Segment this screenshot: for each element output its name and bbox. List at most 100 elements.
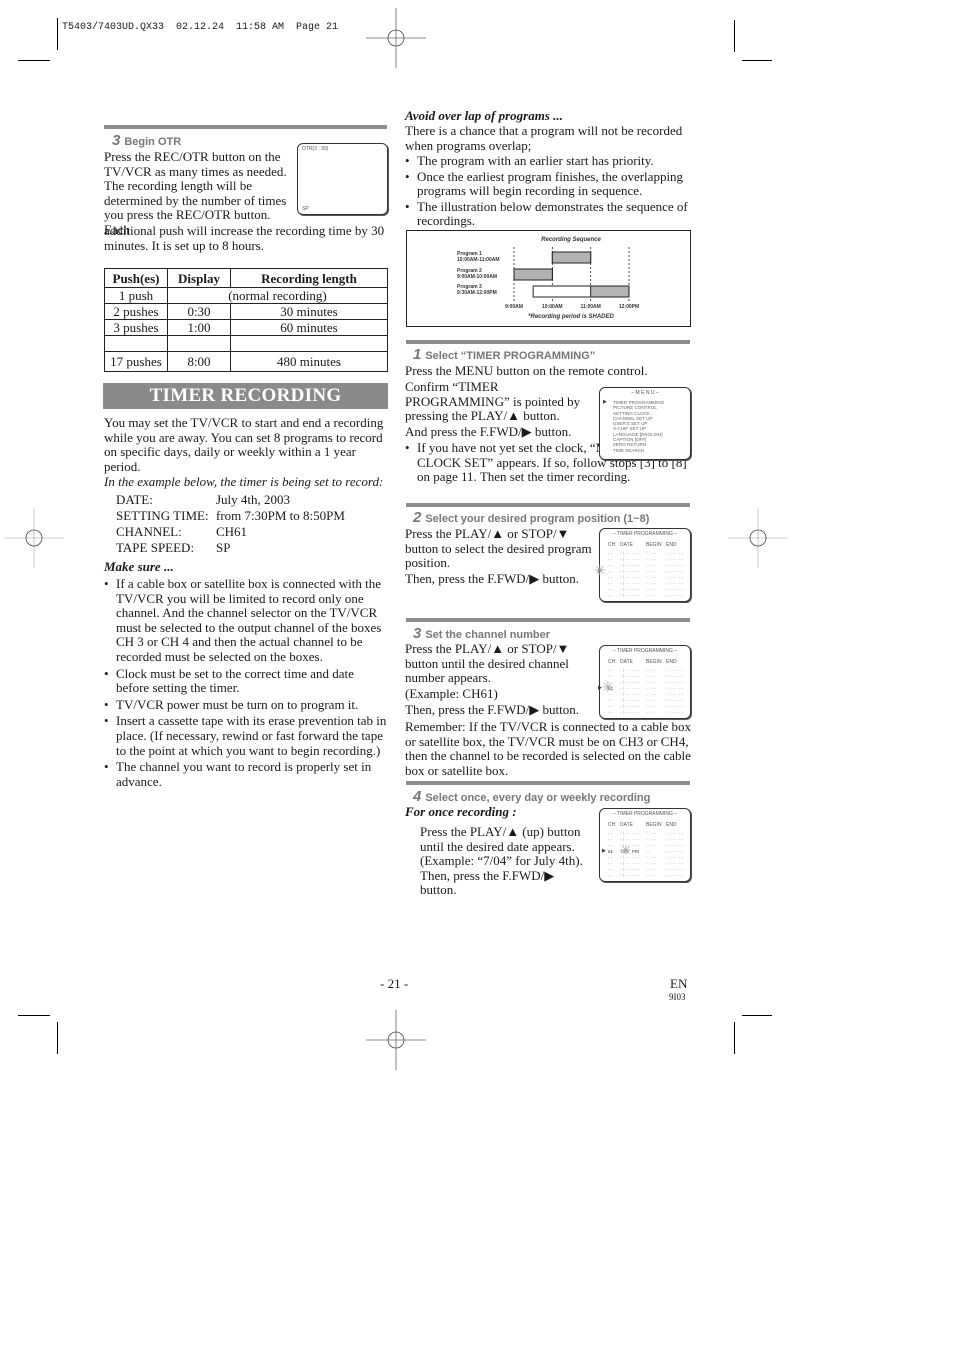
timer-screen-cell: - -: [608, 861, 613, 866]
timer-screen-cell: - / - -: [620, 557, 630, 562]
timer-screen-cell: - -: [646, 849, 651, 854]
timer-screen-cell: - -: [679, 575, 684, 580]
timer-screen-cell: - / - -: [620, 861, 630, 866]
overlap-heading: Avoid over lap of programs ...: [405, 108, 563, 123]
example-key: TAPE SPEED:: [116, 540, 195, 555]
list-item: TV/VCR power must be turn on to program …: [104, 697, 389, 713]
table-cell: 8:00: [167, 351, 231, 372]
timer-screen-cell: - - -: [632, 557, 639, 562]
overlap-intro: There is a chance that a program will no…: [405, 123, 683, 153]
timer-screen-cell: - - -: [632, 831, 639, 836]
table-row: 2 pushes 0:30 30 minutes: [104, 303, 388, 320]
step3-example: (Example: CH61): [405, 686, 498, 701]
example-key: CHANNEL:: [116, 524, 182, 539]
timer-screen-cell: - / - -: [620, 680, 630, 685]
timer-screen-cell: - : - -: [646, 575, 656, 580]
timer-screen-cell: - : - -: [666, 698, 676, 703]
table-cell: 1:00: [167, 319, 231, 336]
crop-mark: [742, 1015, 772, 1016]
timer-screen-cell: - -: [608, 593, 613, 598]
timer-screen-cell: - / - -: [620, 674, 630, 679]
example-value: July 4th, 2003: [216, 492, 291, 507]
timer-screen-cell: - : - -: [646, 861, 656, 866]
timer-screen-column-header: BEGIN: [646, 659, 662, 665]
menu-pointer-icon: ▶: [603, 399, 607, 405]
timer-screen-cell: - - -: [632, 861, 639, 866]
timer-screen-cell: - -: [608, 569, 613, 574]
timer-screen-row: - -- / - -- - -- : - -- : - -- -: [600, 873, 690, 879]
step-title: Select “TIMER PROGRAMMING”: [425, 350, 596, 362]
registration-mark-icon: [4, 508, 64, 568]
example-lead: In the example below, the timer is being…: [104, 474, 384, 489]
list-item: The program with an earlier start has pr…: [405, 153, 695, 169]
timer-screen-cell: - : - -: [666, 831, 676, 836]
timer-screen-column-header: CH: [608, 659, 616, 665]
table-cell: (normal recording): [167, 287, 388, 304]
timer-screen-cell: - / - -: [620, 587, 630, 592]
timer-screen-cell: - : - -: [666, 581, 676, 586]
timer-screen-cell: - / - -: [620, 668, 630, 673]
timer-screen-cell: - : - -: [666, 861, 676, 866]
timer-screen-cell: - -: [608, 581, 613, 586]
timer-screen-cell: - : - -: [666, 704, 676, 709]
timer-screen-cell: 61: [608, 849, 614, 854]
step4-text: Press the PLAY/▲ (up) button until the d…: [420, 824, 583, 898]
timer-screen-cell: - -: [679, 551, 684, 556]
menu-title: – M E N U –: [631, 390, 659, 396]
step3-text2: Then, press the F.FWD/▶ button.: [405, 702, 579, 717]
list-item: The channel you want to record is proper…: [104, 759, 389, 789]
timer-screen-cell: - -: [679, 692, 684, 697]
step4-heading: 4 Select once, every day or weekly record…: [413, 788, 650, 805]
timer-screen-row: - -- / - -- - -- : - -- : - -- -: [600, 710, 690, 716]
step-number: 2: [413, 509, 422, 526]
table-row: 1 push (normal recording): [104, 287, 388, 304]
otr-screen-display: OTR(2 : 30) SP: [297, 143, 388, 215]
otr-description-cont: additional push will increase the record…: [104, 223, 385, 253]
timer-programming-screen-step3: – TIMER PROGRAMMING – CH DATE BEGIN END - -- …: [598, 645, 691, 719]
step2-heading: 2 Select your desired program position (1…: [413, 509, 649, 526]
example-value: CH61: [216, 524, 248, 539]
timer-screen-cell: - - -: [632, 698, 639, 703]
timer-screen-cell: - : - -: [666, 575, 676, 580]
timer-screen-cell: - : - -: [666, 686, 676, 691]
timer-screen-column-header: BEGIN: [646, 542, 662, 548]
timer-screen-cell: - - -: [632, 710, 639, 715]
example-row: DATE: July 4th, 2003: [116, 492, 396, 508]
timer-screen-cell: - / - -: [620, 831, 630, 836]
timer-screen-cell: - -: [608, 698, 613, 703]
table-cell: 30 minutes: [230, 303, 388, 320]
program-time-label: 10:00AM-11:00AM: [457, 257, 500, 263]
timer-screen-cell: - : - -: [666, 557, 676, 562]
timer-screen-column-header: BEGIN: [646, 822, 662, 828]
timer-screen-cell: - / - -: [620, 698, 630, 703]
crop-mark: [57, 18, 58, 50]
timer-screen-cell: - / - -: [620, 692, 630, 697]
timer-screen-cell: - -: [608, 831, 613, 836]
time-tick-label: 11:00AM: [581, 304, 601, 310]
table-cell: 1 push: [104, 287, 168, 304]
table-row: 17 pushes 8:00 480 minutes: [104, 351, 388, 372]
table-cell: 17 pushes: [104, 351, 168, 372]
recorded-segment: [551, 251, 592, 264]
timer-screen-cell: - : - -: [646, 837, 656, 842]
timer-screen-cell: - / - -: [620, 575, 630, 580]
language-code: EN: [670, 976, 688, 991]
timer-screen-cell: - : - -: [666, 692, 676, 697]
timer-screen-cell: - : - -: [646, 704, 656, 709]
timer-screen-cell: - / - -: [620, 551, 630, 556]
timer-screen-cell: - : - -: [646, 843, 656, 848]
otr-table: Push(es) Display Recording length 1 push…: [104, 268, 388, 372]
timer-screen-cell: - : - -: [666, 710, 676, 715]
timer-screen-cell: - -: [679, 867, 684, 872]
timer-screen-cell: - - -: [632, 674, 639, 679]
registration-mark-icon: [366, 8, 426, 68]
timer-screen-cell: - -: [679, 855, 684, 860]
table-cell: 0:30: [167, 303, 231, 320]
timer-screen-cell: - : - -: [666, 587, 676, 592]
timer-screen-cell: - - -: [632, 867, 639, 872]
timer-screen-cell: - / - -: [620, 686, 630, 691]
example-row: CHANNEL: CH61: [116, 524, 396, 540]
timer-screen-cell: - -: [608, 557, 613, 562]
timer-screen-cell: - -: [679, 710, 684, 715]
step1-heading: 1 Select “TIMER PROGRAMMING”: [413, 346, 595, 363]
